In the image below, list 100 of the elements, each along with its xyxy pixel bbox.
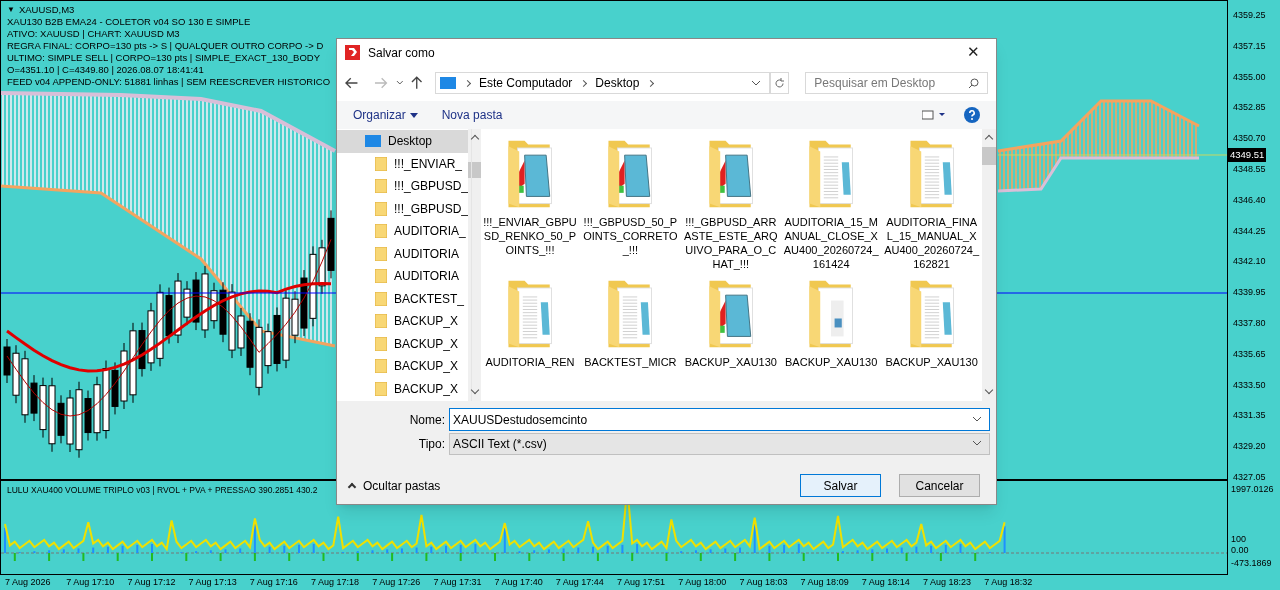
- chevron-down-icon[interactable]: [751, 79, 762, 87]
- time-axis-label: 7 Aug 18:14: [861, 576, 910, 589]
- price-label: 4344.25: [1233, 224, 1266, 238]
- indicator-title: LULU XAU400 VOLUME TRIPLO v03 | RVOL + PVA + PRESSAO 390.2851 430.2: [7, 484, 318, 497]
- collapse-glyph[interactable]: ▼: [7, 4, 15, 16]
- new-folder-button[interactable]: Nova pasta: [441, 106, 503, 124]
- search-field[interactable]: Pesquisar em Desktop: [814, 74, 968, 92]
- folder-icon: [375, 314, 387, 329]
- time-axis-label: 7 Aug 18:09: [800, 576, 849, 589]
- file-item[interactable]: AUDITORIA_15_MANUAL_CLOSE_XAU400_20260724_161424: [781, 139, 882, 271]
- folder-tree-item[interactable]: !!!_GBPUSD_: [337, 175, 469, 198]
- folder-icon: [375, 336, 387, 351]
- folder-tree-item[interactable]: AUDITORIA_: [337, 220, 469, 243]
- hide-folders-button[interactable]: Ocultar pastas: [337, 476, 441, 495]
- time-axis-label: 7 Aug 18:23: [923, 576, 972, 589]
- file-item[interactable]: AUDITORIA_REN: [480, 279, 580, 369]
- folder-notepad-icon: [506, 139, 554, 209]
- caret-down-icon: [409, 112, 418, 118]
- refresh-icon: [774, 77, 786, 89]
- time-axis-label: 7 Aug 17:12: [127, 576, 176, 589]
- time-axis-label: 7 Aug 18:03: [739, 576, 788, 589]
- indicator-scale-label: 0.00: [1231, 545, 1249, 556]
- folder-documents-icon: [907, 279, 956, 349]
- time-axis-label: 7 Aug 18:00: [678, 576, 727, 589]
- time-axis-label: 7 Aug 17:51: [617, 576, 666, 589]
- dialog-title: Salvar como: [368, 44, 436, 62]
- folder-tree-item[interactable]: BACKUP_X: [337, 377, 469, 400]
- time-axis-label: 7 Aug 17:44: [555, 576, 604, 589]
- price-label: 4335.65: [1233, 347, 1266, 361]
- price-label: 4348.55: [1233, 163, 1266, 176]
- file-item[interactable]: !!!_GBPUSD_50_POINTS_CORRETO_!!!: [580, 139, 681, 271]
- file-type-dropdown[interactable]: ASCII Text (*.csv): [449, 432, 990, 455]
- file-item[interactable]: BACKUP_XAU130: [680, 279, 781, 369]
- chevron-down-icon: [972, 440, 982, 447]
- chart-info-text: REGRA FINAL: CORPO=130 pts -> S | QUALQUER OUTRO CORPO -> D: [7, 40, 325, 52]
- address-bar[interactable]: Este Computador Desktop: [434, 72, 771, 94]
- help-icon[interactable]: [964, 107, 980, 123]
- scrollbar[interactable]: [982, 129, 996, 401]
- dialog-button[interactable]: Cancelar: [899, 474, 980, 497]
- file-item[interactable]: AUDITORIA_FINAL_15_MANUAL_XAU400_20260724_162821: [881, 139, 982, 271]
- computer-icon: [439, 77, 456, 89]
- chart-info-text: ULTIMO: SIMPLE SELL | CORPO=130 pts | SIMPLE_EXACT_130_BODY: [7, 52, 322, 64]
- price-label: 4342.10: [1233, 255, 1266, 269]
- back-arrow-icon[interactable]: [345, 77, 359, 89]
- folder-tree-item[interactable]: Desktop: [337, 130, 469, 153]
- folder-icon: [375, 381, 387, 396]
- chart-info-text: XAU130 B2B EMA24 - COLETOR v04 SO 130 E SIMPLE: [7, 16, 252, 28]
- folder-icon: [375, 246, 387, 261]
- folder-icon: [375, 224, 387, 239]
- folder-icon: [375, 156, 387, 171]
- folder-tree-item[interactable]: !!!_GBPUSD_: [337, 197, 469, 220]
- file-item[interactable]: !!!_ENVIAR_GBPUSD_RENKO_50_POINTS_!!!: [480, 139, 580, 271]
- scrollbar-thumb[interactable]: [468, 162, 482, 178]
- folder-tree-item[interactable]: BACKUP_X: [337, 332, 469, 355]
- folder-image-icon: [807, 279, 856, 349]
- chart-info-text: ATIVO: XAUUSD | CHART: XAUUSD M3: [7, 28, 181, 40]
- folder-tree-item[interactable]: BACKUP_X: [337, 310, 469, 333]
- file-item[interactable]: !!!_GBPUSD_ARRASTE_ESTE_ARQUIVO_PARA_O_CHAT_!!!: [680, 139, 781, 271]
- folder-icon: [375, 359, 387, 374]
- folder-tree-item[interactable]: BACKTEST_: [337, 287, 469, 310]
- folder-icon: [375, 291, 387, 306]
- organize-menu[interactable]: Organizar: [353, 106, 418, 124]
- folder-tree-item[interactable]: AUDITORIA: [337, 242, 469, 265]
- file-item[interactable]: BACKUP_XAU130: [881, 279, 982, 369]
- breadcrumb-item[interactable]: Desktop: [595, 74, 640, 92]
- scrollbar-thumb[interactable]: [982, 147, 996, 165]
- file-item[interactable]: BACKTEST_MICR: [580, 279, 681, 369]
- time-axis-label: 7 Aug 17:16: [249, 576, 298, 589]
- up-arrow-icon[interactable]: [411, 76, 423, 90]
- filename-field[interactable]: XAUUSDestudosemcinto: [453, 410, 972, 429]
- price-label: 4329.20: [1233, 440, 1266, 454]
- folder-icon: [375, 179, 387, 194]
- folder-tree-item[interactable]: AUDITORIA: [337, 265, 469, 288]
- price-label: 4337.80: [1233, 317, 1266, 330]
- dialog-button[interactable]: Salvar: [800, 474, 881, 497]
- time-axis-label: 7 Aug 17:31: [433, 576, 482, 589]
- chevron-down-icon[interactable]: [395, 80, 404, 86]
- current-price-badge: 4349.51: [1228, 148, 1267, 163]
- folder-tree-item[interactable]: !!!_ENVIAR_: [337, 152, 469, 175]
- close-button[interactable]: ✕: [958, 40, 988, 65]
- time-axis-label: 7 Aug 17:10: [66, 576, 115, 589]
- search-box[interactable]: Pesquisar em Desktop: [805, 72, 988, 94]
- price-label: 4346.40: [1233, 193, 1266, 207]
- refresh-button[interactable]: [770, 72, 790, 94]
- name-label: Nome:: [408, 411, 446, 429]
- view-options-icon[interactable]: [922, 110, 948, 120]
- folder-documents-icon: [606, 279, 655, 349]
- price-label: 4327.05: [1233, 471, 1266, 484]
- filename-combo-box[interactable]: XAUUSDestudosemcinto: [449, 408, 990, 431]
- search-icon: [968, 77, 979, 89]
- chart-info-text: O=4351.10 | C=4349.80 | 2026.08.07 18:41:41: [7, 64, 205, 76]
- file-item[interactable]: BACKUP_XAU130: [781, 279, 882, 369]
- indicator-scale-label: -473.1869: [1231, 558, 1272, 569]
- breadcrumb-item[interactable]: Este Computador: [478, 74, 573, 92]
- price-label: 4350.70: [1233, 132, 1266, 146]
- time-axis-label: 7 Aug 17:26: [372, 576, 421, 589]
- folder-tree-item[interactable]: BACKUP_X: [337, 355, 469, 378]
- scrollbar[interactable]: [468, 129, 482, 401]
- chevron-down-icon[interactable]: [972, 416, 982, 423]
- time-axis-label: 7 Aug 2026: [5, 576, 51, 589]
